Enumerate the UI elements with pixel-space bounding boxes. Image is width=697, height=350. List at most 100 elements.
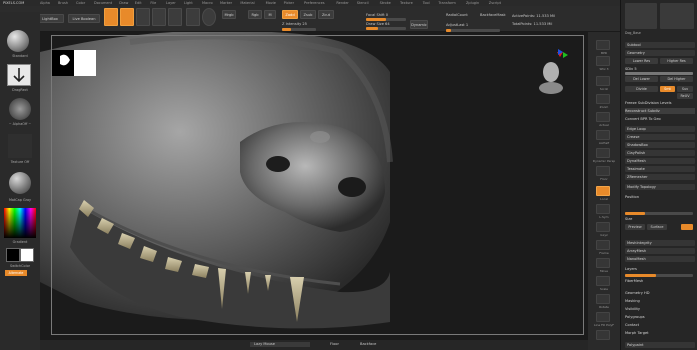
menu-item-stencil[interactable]: Stencil bbox=[357, 1, 369, 5]
scroll-icon[interactable] bbox=[596, 76, 610, 86]
crease-header[interactable]: Crease bbox=[625, 134, 695, 140]
polish-slider[interactable] bbox=[625, 212, 693, 215]
zoom-icon[interactable] bbox=[596, 94, 610, 104]
z-intensity-slider[interactable] bbox=[282, 28, 316, 31]
menu-item-preferences[interactable]: Preferences bbox=[304, 1, 325, 5]
position-header[interactable]: Position bbox=[625, 194, 695, 200]
contact-header[interactable]: Contact bbox=[625, 322, 695, 328]
menu-item-movie[interactable]: Movie bbox=[266, 1, 276, 5]
rotate-icon[interactable] bbox=[596, 294, 610, 304]
dynamesh-header[interactable]: DynaMesh bbox=[625, 158, 695, 164]
color-swatch-icon[interactable] bbox=[202, 8, 216, 26]
reconstruct-button[interactable]: Reconstruct Subdiv bbox=[625, 108, 695, 114]
tool-thumb-dog[interactable] bbox=[660, 3, 694, 29]
m-button[interactable]: M bbox=[264, 10, 276, 19]
visibility-header[interactable]: Visibility bbox=[625, 306, 695, 312]
canvas-viewport[interactable] bbox=[40, 32, 588, 350]
layers-slider[interactable] bbox=[625, 274, 693, 277]
tool-thumb-simple-brush[interactable] bbox=[625, 3, 657, 29]
local-icon[interactable] bbox=[596, 186, 610, 196]
menu-item-layer[interactable]: Layer bbox=[166, 1, 176, 5]
scale-button[interactable] bbox=[152, 8, 166, 26]
subtool-header[interactable]: Subtool bbox=[625, 42, 695, 48]
menu-item-marker[interactable]: Marker bbox=[220, 1, 232, 5]
move-button[interactable] bbox=[136, 8, 150, 26]
zremesher-header[interactable]: ZRemesher bbox=[625, 174, 695, 180]
menu-item-zplugin[interactable]: Zplugin bbox=[466, 1, 479, 5]
focal-shift-slider[interactable] bbox=[366, 18, 406, 21]
menu-item-texture[interactable]: Texture bbox=[400, 1, 413, 5]
aahalf-icon[interactable] bbox=[596, 130, 610, 140]
meshintegrity-header[interactable]: MeshIntegrity bbox=[625, 240, 695, 246]
masking-header[interactable]: Masking bbox=[625, 298, 695, 304]
menu-item-color[interactable]: Color bbox=[76, 1, 85, 5]
fibermesh-header[interactable]: FiberMesh bbox=[625, 278, 695, 284]
menu-item-render[interactable]: Render bbox=[336, 1, 348, 5]
tessimate-header[interactable]: Tessimate bbox=[625, 166, 695, 172]
menu-item-draw[interactable]: Draw bbox=[119, 1, 128, 5]
deformation-toggle[interactable] bbox=[681, 224, 693, 230]
alternate-button[interactable]: Alternate bbox=[5, 270, 27, 276]
material-swatch-icon[interactable] bbox=[186, 8, 200, 26]
floor-icon[interactable] bbox=[596, 166, 610, 176]
brush-thumbnail[interactable] bbox=[7, 30, 29, 52]
actual-icon[interactable] bbox=[596, 112, 610, 122]
surface-button[interactable]: Surface bbox=[647, 224, 667, 230]
preview-button[interactable]: Preview bbox=[625, 224, 645, 230]
dynamic-button[interactable]: Dynamic bbox=[410, 20, 428, 29]
main-color-swatch[interactable] bbox=[6, 248, 20, 262]
texture-thumbnail[interactable] bbox=[8, 134, 32, 158]
lightbox-button[interactable]: LightBox bbox=[36, 14, 64, 23]
move-icon[interactable] bbox=[596, 258, 610, 268]
menu-item-document[interactable]: Document bbox=[94, 1, 112, 5]
draw-size-slider[interactable] bbox=[366, 27, 406, 30]
smt-button[interactable]: Smt bbox=[660, 86, 675, 92]
switch-color-button[interactable]: SwitchColor bbox=[0, 264, 40, 268]
higher-res-button[interactable]: Higher Res bbox=[660, 58, 693, 64]
arraymesh-header[interactable]: ArrayMesh bbox=[625, 248, 695, 254]
stroke-thumbnail[interactable] bbox=[7, 64, 31, 86]
menu-item-brush[interactable]: Brush bbox=[58, 1, 68, 5]
del-higher-button[interactable]: Del Higher bbox=[660, 76, 693, 82]
transp-icon[interactable] bbox=[596, 330, 610, 340]
material-thumbnail[interactable] bbox=[9, 172, 31, 194]
modify-topology-header[interactable]: Modify Topology bbox=[625, 184, 695, 190]
layers-header[interactable]: Layers bbox=[625, 266, 695, 272]
persp-icon[interactable] bbox=[596, 148, 610, 158]
rgb-button[interactable]: Rgb bbox=[248, 10, 262, 19]
menu-item-stroke[interactable]: Stroke bbox=[380, 1, 391, 5]
bpr-button[interactable] bbox=[596, 40, 610, 50]
polygroups-header[interactable]: Polygroups bbox=[625, 314, 695, 320]
scale-icon[interactable] bbox=[596, 276, 610, 286]
menu-item-picker[interactable]: Picker bbox=[284, 1, 294, 5]
sdiv-slider[interactable] bbox=[625, 72, 693, 75]
edit-button[interactable] bbox=[104, 8, 118, 26]
secondary-color-swatch[interactable] bbox=[20, 248, 34, 262]
rotate-button[interactable] bbox=[168, 8, 182, 26]
draw-button[interactable] bbox=[120, 8, 134, 26]
reuv-button[interactable]: ReUV bbox=[677, 93, 693, 99]
alpha-thumbnail[interactable] bbox=[9, 98, 31, 120]
nanomesh-header[interactable]: NanoMesh bbox=[625, 256, 695, 262]
live-boolean-button[interactable]: Live Boolean bbox=[68, 14, 100, 23]
lower-res-button[interactable]: Lower Res bbox=[625, 58, 658, 64]
del-lower-button[interactable]: Del Lower bbox=[625, 76, 658, 82]
convert-bpr-button[interactable]: Convert BPR To Geo bbox=[625, 116, 695, 122]
morph-target-header[interactable]: Morph Target bbox=[625, 330, 695, 336]
menu-item-macro[interactable]: Macro bbox=[202, 1, 213, 5]
size-header[interactable]: Size bbox=[625, 216, 695, 222]
color-picker[interactable] bbox=[4, 208, 36, 238]
menu-item-edit[interactable]: Edit bbox=[135, 1, 142, 5]
freeze-subdiv-button[interactable]: Freeze SubDivision Levels bbox=[625, 100, 695, 106]
menu-item-light[interactable]: Light bbox=[184, 1, 193, 5]
zcut-button[interactable]: Zcut bbox=[318, 10, 334, 19]
polypaint-header[interactable]: Polypaint bbox=[625, 342, 695, 348]
divide-button[interactable]: Divide bbox=[625, 86, 658, 92]
edge-loop-header[interactable]: Edge Loop bbox=[625, 126, 695, 132]
menu-item-file[interactable]: File bbox=[150, 1, 156, 5]
shadowbox-header[interactable]: ShadowBox bbox=[625, 142, 695, 148]
claypolish-header[interactable]: ClayPolish bbox=[625, 150, 695, 156]
frame-icon[interactable] bbox=[596, 240, 610, 250]
menu-item-transform[interactable]: Transform bbox=[438, 1, 455, 5]
geometry-hd-header[interactable]: Geometry HD bbox=[625, 290, 695, 296]
